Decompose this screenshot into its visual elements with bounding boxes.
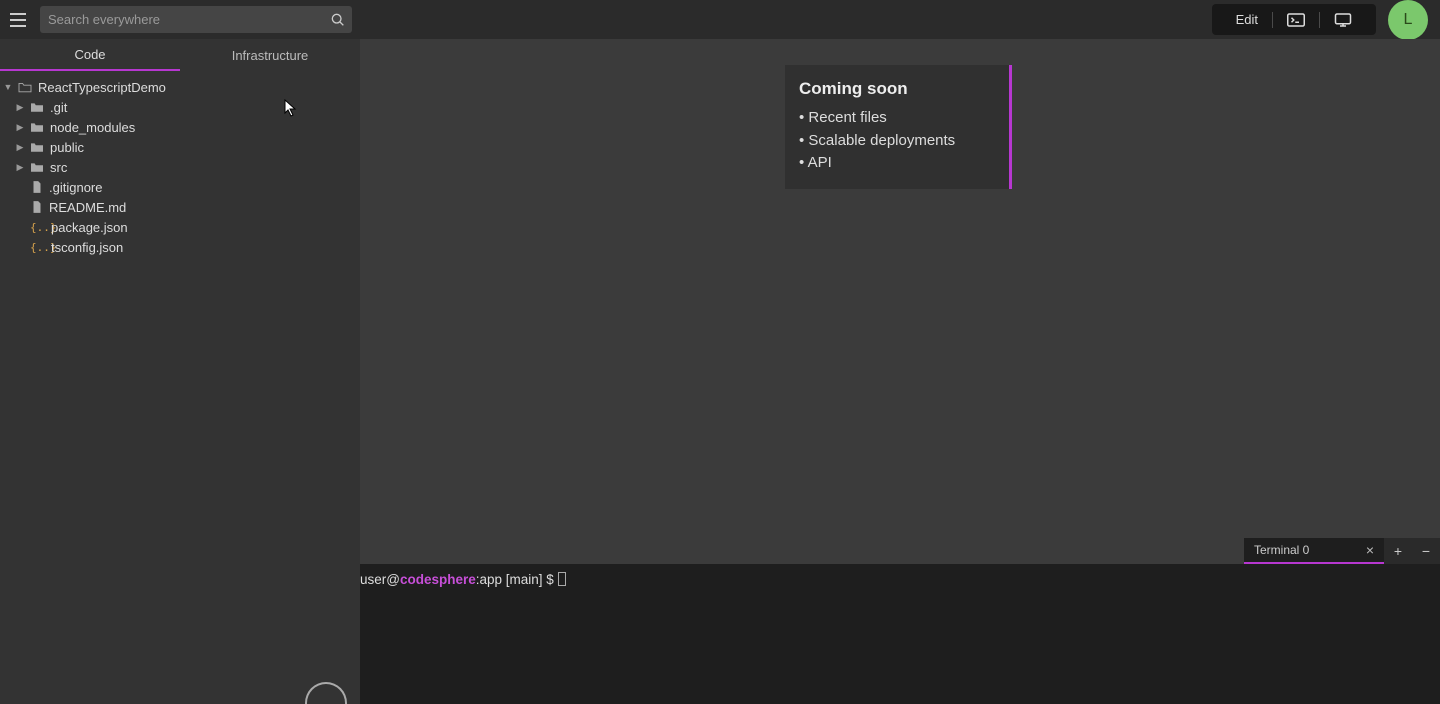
tree-root[interactable]: ▼ ReactTypescriptDemo: [0, 77, 360, 97]
folder-icon: [29, 101, 45, 113]
tree-label: .gitignore: [49, 180, 102, 195]
edit-button[interactable]: Edit: [1222, 10, 1272, 29]
terminal[interactable]: user@codesphere:app [main] $: [360, 564, 1440, 704]
tree-file[interactable]: .gitignore: [0, 177, 360, 197]
terminal-cursor: [558, 572, 566, 586]
panel-title: Coming soon: [799, 79, 993, 99]
tree-label: tsconfig.json: [51, 240, 123, 255]
tree-label: .git: [50, 100, 67, 115]
json-icon: {..}: [30, 221, 46, 234]
terminal-tab-label: Terminal 0: [1254, 543, 1309, 557]
folder-icon: [29, 141, 45, 153]
chevron-right-icon: ▶: [14, 102, 26, 113]
tree-label: public: [50, 140, 84, 155]
avatar[interactable]: L: [1388, 0, 1428, 40]
terminal-button[interactable]: [1273, 11, 1319, 29]
chevron-right-icon: ▶: [14, 162, 26, 173]
close-icon[interactable]: ×: [1366, 542, 1374, 558]
term-prompt: $: [546, 572, 554, 587]
folder-icon: [29, 121, 45, 133]
chevron-down-icon: ▼: [2, 82, 14, 92]
panel-item: • Scalable deployments: [799, 130, 993, 153]
tree-label: README.md: [49, 200, 126, 215]
chevron-right-icon: ▶: [14, 142, 26, 153]
search-input[interactable]: [40, 6, 352, 33]
tree-label: node_modules: [50, 120, 135, 135]
panel-item: • API: [799, 152, 993, 175]
term-host: codesphere: [400, 572, 476, 587]
tab-code[interactable]: Code: [0, 39, 180, 71]
coming-soon-panel: Coming soon • Recent files • Scalable de…: [785, 65, 1012, 189]
search-field-wrap: [40, 6, 352, 33]
file-icon: [30, 180, 44, 194]
minimize-terminal-button[interactable]: −: [1412, 538, 1440, 564]
tree-folder[interactable]: ▶ public: [0, 137, 360, 157]
tab-infrastructure[interactable]: Infrastructure: [180, 39, 360, 71]
terminal-icon: [1287, 13, 1305, 27]
sidebar: Code Infrastructure ▼ ReactTypescriptDem…: [0, 39, 360, 704]
tree-folder[interactable]: ▶ src: [0, 157, 360, 177]
folder-open-icon: [17, 81, 33, 93]
sidebar-fab[interactable]: [305, 682, 347, 704]
term-path: :app: [476, 572, 502, 587]
json-icon: {..}: [30, 241, 46, 254]
header-tools: Edit: [1212, 4, 1376, 35]
tree-file[interactable]: {..} tsconfig.json: [0, 237, 360, 257]
tree-label: src: [50, 160, 67, 175]
tree-folder[interactable]: ▶ .git: [0, 97, 360, 117]
editor-area: Coming soon • Recent files • Scalable de…: [360, 39, 1440, 538]
monitor-icon: [1334, 13, 1352, 27]
search-icon: [330, 12, 346, 28]
tree-label: package.json: [51, 220, 128, 235]
tree-label: ReactTypescriptDemo: [38, 80, 166, 95]
folder-icon: [29, 161, 45, 173]
term-user: user@: [360, 572, 400, 587]
menu-button[interactable]: [10, 10, 30, 30]
tree-file[interactable]: {..} package.json: [0, 217, 360, 237]
file-icon: [30, 200, 44, 214]
chevron-right-icon: ▶: [14, 122, 26, 133]
panel-item: • Recent files: [799, 107, 993, 130]
file-tree: ▼ ReactTypescriptDemo ▶ .git ▶ node_modu…: [0, 71, 360, 263]
tree-file[interactable]: README.md: [0, 197, 360, 217]
add-terminal-button[interactable]: +: [1384, 538, 1412, 564]
terminal-tab[interactable]: Terminal 0 ×: [1244, 538, 1384, 564]
tree-folder[interactable]: ▶ node_modules: [0, 117, 360, 137]
term-branch: [main]: [502, 572, 546, 587]
preview-button[interactable]: [1320, 11, 1366, 29]
